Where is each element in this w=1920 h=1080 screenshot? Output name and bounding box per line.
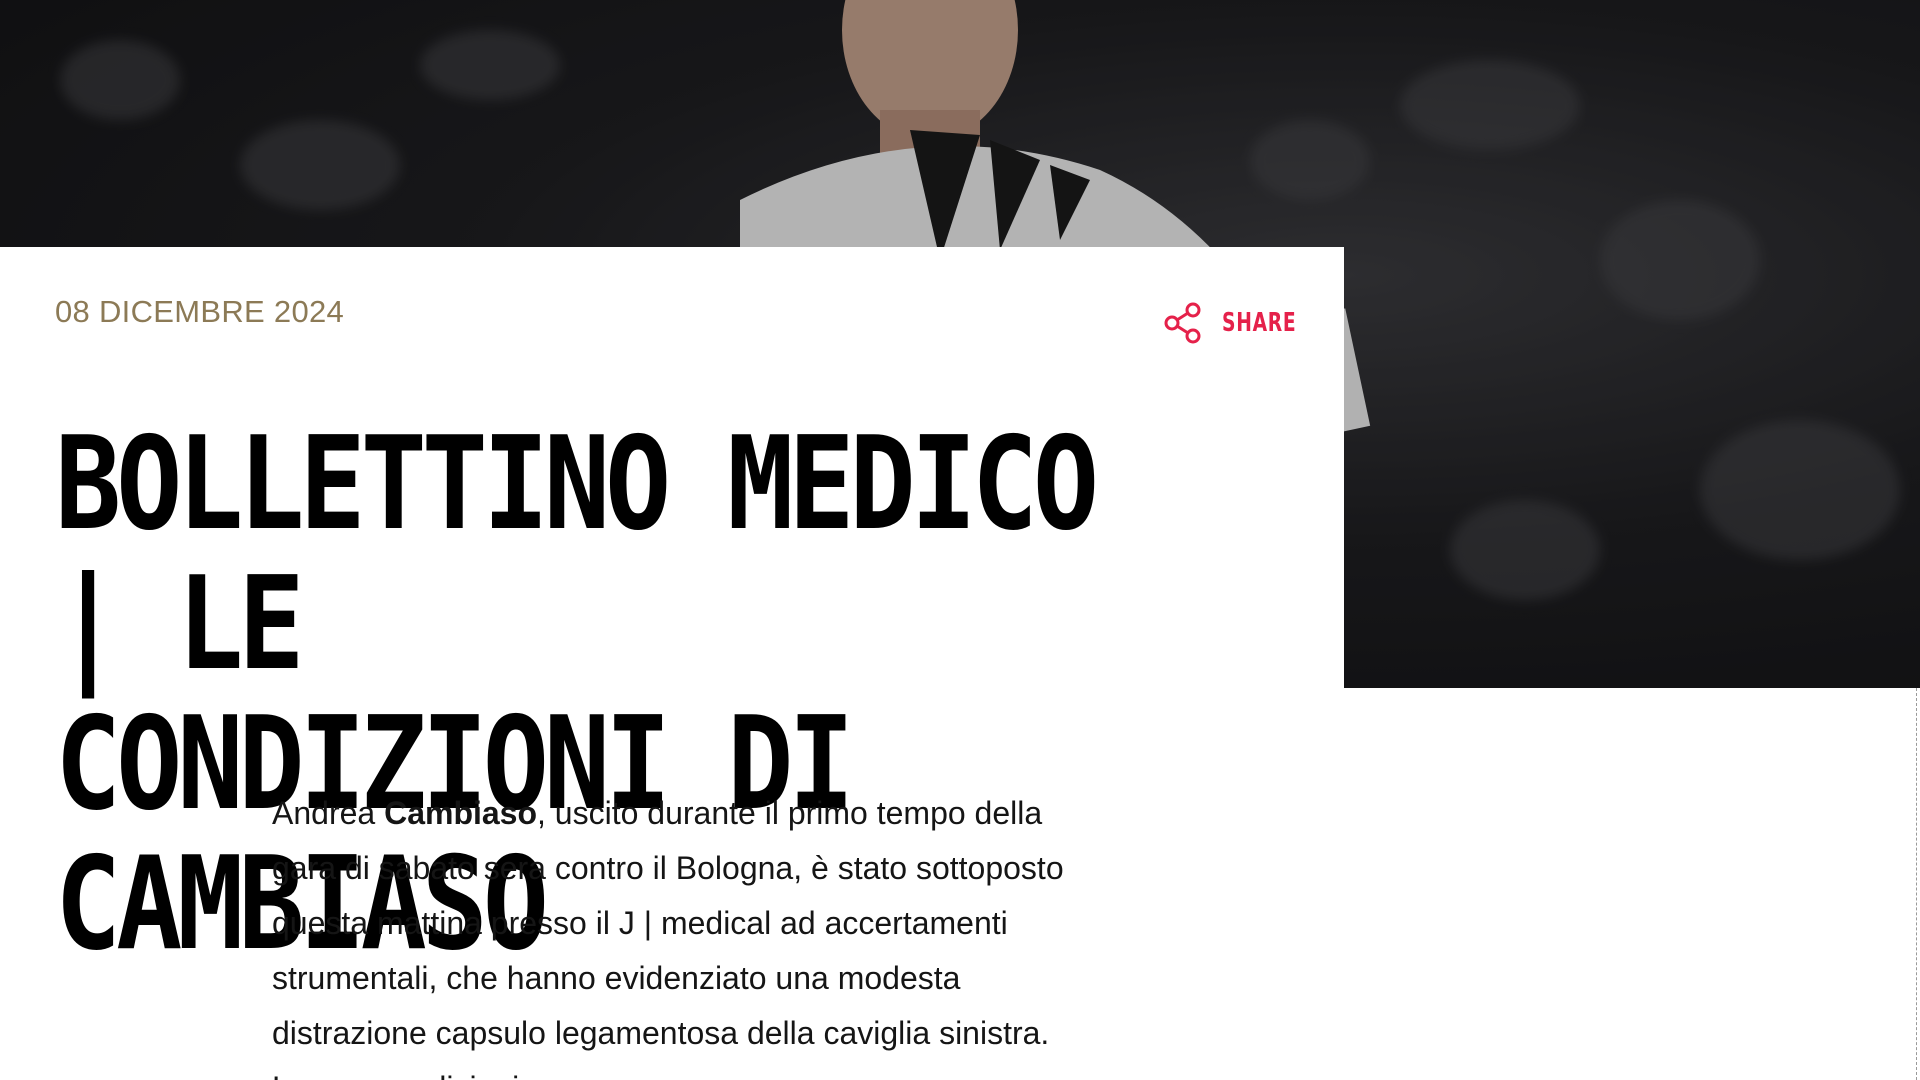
article-body: Andrea Cambiaso, uscito durante il primo…: [272, 786, 1082, 1080]
body-intro: Andrea: [272, 795, 385, 831]
title-line-1: BOLLETTINO MEDICO | LE: [55, 410, 1099, 699]
share-button[interactable]: SHARE: [1162, 302, 1325, 344]
right-edge-divider: [1916, 688, 1918, 1080]
share-label: SHARE: [1222, 308, 1297, 338]
share-icon: [1164, 302, 1201, 344]
body-rest: , uscito durante il primo tempo della ga…: [272, 795, 1064, 1080]
article-date: 08 DICEMBRE 2024: [55, 294, 345, 329]
body-bold-name: Cambiaso: [384, 795, 538, 831]
